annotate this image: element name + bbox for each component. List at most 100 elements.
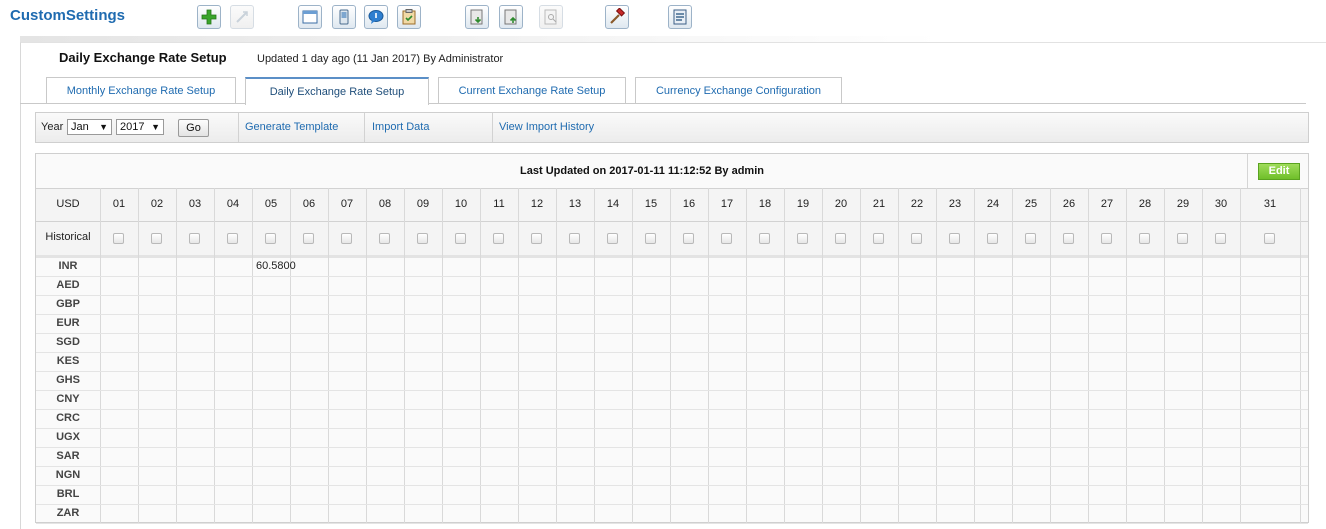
column-divider: [1050, 188, 1051, 523]
historical-checkbox[interactable]: [227, 233, 238, 244]
app-title: CustomSettings: [10, 7, 126, 24]
day-header: 02: [150, 198, 164, 210]
year-select-value: 2017: [120, 121, 145, 133]
tab-monthly-exchange-rate-setup[interactable]: Monthly Exchange Rate Setup: [46, 77, 236, 103]
row-divider: [36, 409, 1308, 410]
column-divider: [480, 188, 481, 523]
row-divider: [36, 352, 1308, 353]
clipboard-button[interactable]: [397, 5, 421, 29]
historical-checkbox[interactable]: [455, 233, 466, 244]
historical-checkbox[interactable]: [1215, 233, 1226, 244]
year-select[interactable]: 2017 ▼: [116, 119, 164, 135]
year-label: Year: [41, 121, 64, 133]
day-header: 15: [644, 198, 658, 210]
historical-checkbox[interactable]: [1063, 233, 1074, 244]
column-divider: [1126, 188, 1127, 523]
currency-label: CNY: [56, 393, 80, 405]
historical-checkbox[interactable]: [569, 233, 580, 244]
go-button[interactable]: Go: [178, 119, 209, 137]
import-button[interactable]: [499, 5, 523, 29]
historical-checkbox[interactable]: [759, 233, 770, 244]
historical-checkbox[interactable]: [835, 233, 846, 244]
mobile-icon: [339, 9, 349, 25]
view-import-history-link[interactable]: View Import History: [499, 121, 594, 133]
day-header: 14: [606, 198, 620, 210]
historical-checkbox[interactable]: [607, 233, 618, 244]
column-divider: [594, 188, 595, 523]
day-header: 17: [720, 198, 734, 210]
column-divider: [936, 188, 937, 523]
historical-checkbox[interactable]: [417, 233, 428, 244]
historical-checkbox[interactable]: [1101, 233, 1112, 244]
export-button[interactable]: [465, 5, 489, 29]
currency-label: GBP: [56, 298, 80, 310]
tools-button[interactable]: [605, 5, 629, 29]
day-header: 05: [264, 198, 278, 210]
divider: [364, 113, 365, 142]
historical-checkbox[interactable]: [189, 233, 200, 244]
historical-checkbox[interactable]: [987, 233, 998, 244]
column-divider: [822, 188, 823, 523]
settings-button[interactable]: [668, 5, 692, 29]
column-divider: [518, 188, 519, 523]
historical-checkbox[interactable]: [1139, 233, 1150, 244]
historical-checkbox[interactable]: [531, 233, 542, 244]
month-select[interactable]: Jan ▼: [67, 119, 112, 135]
historical-checkbox[interactable]: [303, 233, 314, 244]
historical-checkbox[interactable]: [1177, 233, 1188, 244]
historical-checkbox[interactable]: [265, 233, 276, 244]
link-button[interactable]: [230, 5, 254, 29]
column-divider: [290, 188, 291, 523]
day-header: 16: [682, 198, 696, 210]
column-divider: [1012, 188, 1013, 523]
chevron-down-icon: ▼: [99, 122, 108, 132]
rate-cell-value[interactable]: 60.5800: [256, 260, 296, 272]
column-divider: [860, 188, 861, 523]
column-divider: [632, 188, 633, 523]
historical-checkbox[interactable]: [683, 233, 694, 244]
divider: [1247, 154, 1248, 188]
historical-checkbox[interactable]: [873, 233, 884, 244]
day-header: 18: [758, 198, 772, 210]
currency-label: SAR: [56, 450, 80, 462]
column-divider: [328, 188, 329, 523]
historical-checkbox[interactable]: [797, 233, 808, 244]
historical-checkbox[interactable]: [949, 233, 960, 244]
historical-checkbox[interactable]: [911, 233, 922, 244]
day-header: 31: [1263, 198, 1277, 210]
divider: [36, 221, 1308, 222]
historical-checkbox[interactable]: [113, 233, 124, 244]
chat-button[interactable]: [364, 5, 388, 29]
divider: [492, 113, 493, 142]
day-header: 10: [454, 198, 468, 210]
day-header: 13: [568, 198, 582, 210]
column-divider: [1202, 188, 1203, 523]
divider: [238, 113, 239, 142]
historical-checkbox[interactable]: [1264, 233, 1275, 244]
historical-checkbox[interactable]: [493, 233, 504, 244]
window-button[interactable]: [298, 5, 322, 29]
mobile-button[interactable]: [332, 5, 356, 29]
currency-label: CRC: [56, 412, 80, 424]
last-updated-text: Last Updated on 2017-01-11 11:12:52 By a…: [520, 165, 764, 177]
page-title: Daily Exchange Rate Setup: [59, 50, 227, 65]
preview-button[interactable]: [539, 5, 563, 29]
historical-checkbox[interactable]: [379, 233, 390, 244]
day-header: 07: [340, 198, 354, 210]
historical-checkbox[interactable]: [721, 233, 732, 244]
add-button[interactable]: [197, 5, 221, 29]
historical-checkbox[interactable]: [645, 233, 656, 244]
historical-checkbox[interactable]: [151, 233, 162, 244]
day-header: 03: [188, 198, 202, 210]
window-icon: [302, 10, 318, 24]
tab-currency-exchange-configuration[interactable]: Currency Exchange Configuration: [635, 77, 842, 103]
tab-current-exchange-rate-setup[interactable]: Current Exchange Rate Setup: [438, 77, 626, 103]
import-data-link[interactable]: Import Data: [372, 121, 429, 133]
historical-checkbox[interactable]: [341, 233, 352, 244]
exchange-rate-grid: Last Updated on 2017-01-11 11:12:52 By a…: [35, 153, 1309, 524]
tab-daily-exchange-rate-setup[interactable]: Daily Exchange Rate Setup: [245, 77, 429, 105]
historical-checkbox[interactable]: [1025, 233, 1036, 244]
edit-button[interactable]: Edit: [1258, 163, 1300, 180]
generate-template-link[interactable]: Generate Template: [245, 121, 338, 133]
currency-label: AED: [56, 279, 80, 291]
